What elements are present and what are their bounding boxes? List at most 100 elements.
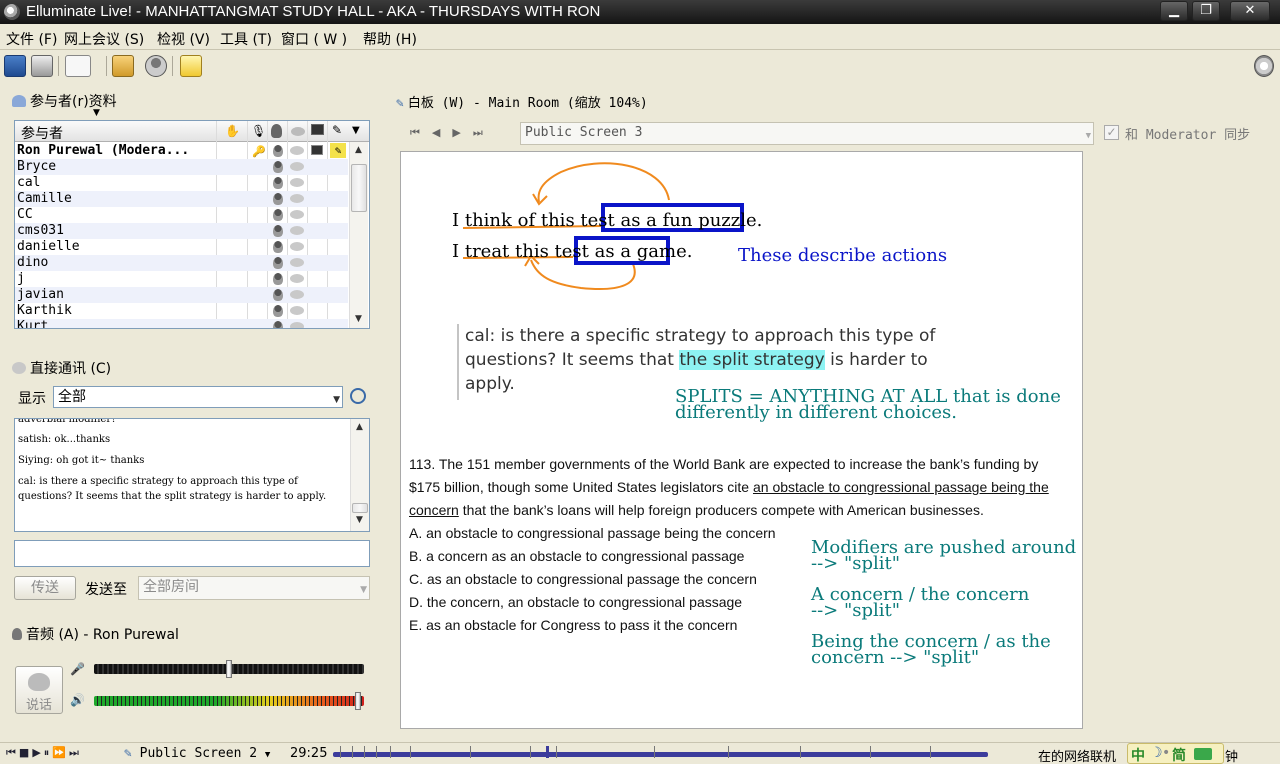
participants-menu-icon[interactable]: ▼ bbox=[352, 125, 360, 136]
participant-row[interactable]: cal bbox=[15, 175, 348, 191]
whiteboard-header-icon[interactable]: ✎ bbox=[332, 123, 342, 137]
speaker-slider-thumb[interactable] bbox=[355, 692, 361, 710]
participants-scrollbar[interactable]: ▲ ▼ bbox=[349, 142, 368, 328]
speaker-icon: 🔊 bbox=[70, 693, 85, 707]
participant-row[interactable]: Karthik bbox=[15, 303, 348, 319]
speaker-volume-slider[interactable] bbox=[94, 692, 364, 710]
show-filter-value: 全部 bbox=[58, 389, 86, 405]
ime-language[interactable]: 中 bbox=[1131, 745, 1145, 764]
playback-timeline[interactable] bbox=[333, 752, 988, 757]
status-tail: 钟 bbox=[1225, 750, 1239, 764]
participant-row[interactable]: CC bbox=[15, 207, 348, 223]
participant-name: Camille bbox=[17, 191, 72, 206]
highlight-split-strategy: the split strategy bbox=[679, 350, 825, 370]
video-icon bbox=[273, 241, 283, 253]
participant-name: Karthik bbox=[17, 303, 72, 318]
talk-button[interactable]: 说话 bbox=[15, 666, 63, 714]
scroll-up-icon[interactable]: ▲ bbox=[350, 145, 367, 155]
playback-bar: ⏮■▶⏸⏩⏭ ✎ Public Screen 2 ▼ 29:25 在的网络联机 … bbox=[0, 742, 1280, 764]
mic-slider-thumb[interactable] bbox=[226, 660, 232, 678]
scroll-thumb[interactable] bbox=[352, 503, 368, 513]
playback-screen-value: Public Screen 2 bbox=[139, 746, 258, 761]
participant-row[interactable]: Ron Purewal (Modera... 🔑 ✎ bbox=[15, 143, 348, 159]
show-filter-select[interactable]: 全部 ▼ bbox=[53, 386, 343, 408]
participant-name: Ron Purewal (Modera... bbox=[17, 143, 190, 158]
video-icon bbox=[273, 177, 283, 189]
previous-screen-icon[interactable]: ◀ bbox=[432, 126, 452, 139]
webcam-icon[interactable] bbox=[145, 55, 167, 77]
close-button[interactable]: ✕ bbox=[1230, 1, 1270, 21]
video-icon bbox=[273, 305, 283, 317]
chevron-down-icon: ▼ bbox=[1085, 131, 1091, 141]
moon-icon[interactable]: ☽ bbox=[1150, 745, 1163, 761]
notes-icon[interactable] bbox=[180, 55, 202, 77]
raise-hand-icon[interactable]: ✋ bbox=[225, 124, 240, 138]
send-to-select[interactable]: 全部房间 ▼ bbox=[138, 576, 370, 600]
whiteboard-screen-select[interactable]: Public Screen 3 ▼ bbox=[520, 122, 1094, 145]
end-icon[interactable]: ⏭ bbox=[69, 746, 82, 759]
next-screen-icon[interactable]: ▶ bbox=[452, 126, 472, 139]
participants-column-header[interactable]: 参与者 bbox=[21, 123, 63, 143]
participant-row[interactable]: danielle bbox=[15, 239, 348, 255]
participant-row[interactable]: j bbox=[15, 271, 348, 287]
participant-row[interactable]: Camille bbox=[15, 191, 348, 207]
scroll-down-icon[interactable]: ▼ bbox=[350, 314, 367, 324]
app-share-header-icon[interactable] bbox=[311, 124, 324, 135]
save-icon[interactable] bbox=[4, 55, 26, 77]
chat-scrollbar[interactable]: ▲ ▼ bbox=[350, 419, 369, 531]
send-button[interactable]: 传送 bbox=[14, 576, 76, 600]
timeline-marker[interactable] bbox=[546, 746, 549, 758]
sentence-1: I think of this test as a fun puzzle. bbox=[452, 210, 763, 231]
rewind-icon[interactable]: ⏮ bbox=[6, 746, 19, 759]
chat-log: adverbial modifier? satish: ok...thanks … bbox=[14, 418, 370, 532]
layout-icon[interactable] bbox=[65, 55, 91, 77]
mic-header-icon[interactable]: 🎙 bbox=[251, 124, 266, 138]
menu-file[interactable]: 文件 (F) bbox=[6, 29, 57, 49]
scroll-up-icon[interactable]: ▲ bbox=[351, 422, 368, 432]
play-icon[interactable]: ▶ bbox=[32, 746, 43, 759]
chat-header-icon[interactable] bbox=[291, 127, 305, 136]
playback-screen-select[interactable]: ✎ Public Screen 2 ▼ bbox=[124, 746, 270, 761]
timeline-tick bbox=[728, 746, 729, 758]
scroll-down-icon[interactable]: ▼ bbox=[351, 515, 368, 525]
scroll-thumb[interactable] bbox=[351, 164, 367, 212]
last-screen-icon[interactable]: ⏭ bbox=[473, 126, 495, 139]
microphone-icon bbox=[12, 628, 22, 640]
video-header-icon[interactable] bbox=[271, 124, 282, 138]
participant-name: j bbox=[17, 271, 25, 286]
pause-icon[interactable]: ⏸ bbox=[44, 746, 53, 759]
keyboard-icon[interactable] bbox=[1194, 748, 1212, 760]
sentence-2: I treat this test as a game. bbox=[452, 241, 693, 262]
load-icon[interactable] bbox=[112, 55, 134, 77]
menu-help[interactable]: 帮助 (H) bbox=[363, 29, 417, 49]
menu-view[interactable]: 检视 (V) bbox=[157, 29, 210, 49]
print-icon[interactable] bbox=[31, 55, 53, 77]
participant-row[interactable]: Bryce bbox=[15, 159, 348, 175]
participant-row[interactable]: Kurt bbox=[15, 319, 348, 328]
fast-forward-icon[interactable]: ⏩ bbox=[52, 746, 69, 759]
menu-session[interactable]: 网上会议 (S) bbox=[64, 29, 144, 49]
chat-message: adverbial modifier? bbox=[18, 418, 117, 425]
participants-title: 参与者(r)资料 bbox=[12, 91, 117, 111]
clock-icon[interactable] bbox=[350, 388, 366, 404]
participant-row[interactable]: cms031 bbox=[15, 223, 348, 239]
mic-volume-slider[interactable] bbox=[94, 660, 364, 678]
stop-icon[interactable]: ■ bbox=[19, 746, 32, 759]
punctuation-icon[interactable]: • bbox=[1162, 745, 1170, 761]
restore-button[interactable]: ❐ bbox=[1192, 1, 1220, 21]
ime-mode[interactable]: 简 bbox=[1172, 745, 1186, 764]
participant-name: cms031 bbox=[17, 223, 64, 238]
chat-input[interactable] bbox=[14, 540, 370, 567]
participant-row[interactable]: javian bbox=[15, 287, 348, 303]
video-icon bbox=[273, 289, 283, 301]
whiteboard-canvas[interactable]: I think of this test as a fun puzzle. I … bbox=[400, 151, 1083, 729]
participants-list: 参与者 ✋ 🎙 ✎ ▼ Ron Purewal (Modera... 🔑 ✎ B… bbox=[14, 120, 370, 329]
sync-checkbox[interactable]: ✓ bbox=[1104, 125, 1119, 140]
participant-row[interactable]: dino bbox=[15, 255, 348, 271]
menu-tools[interactable]: 工具 (T) bbox=[220, 29, 272, 49]
chat-icon bbox=[290, 194, 304, 203]
first-screen-icon[interactable]: ⏮ bbox=[410, 126, 432, 139]
minimize-button[interactable]: ▁ bbox=[1160, 1, 1188, 21]
ime-toolbar[interactable]: 中 ☽ • 简 bbox=[1127, 743, 1224, 764]
menu-window[interactable]: 窗口 ( W ) bbox=[281, 29, 347, 49]
